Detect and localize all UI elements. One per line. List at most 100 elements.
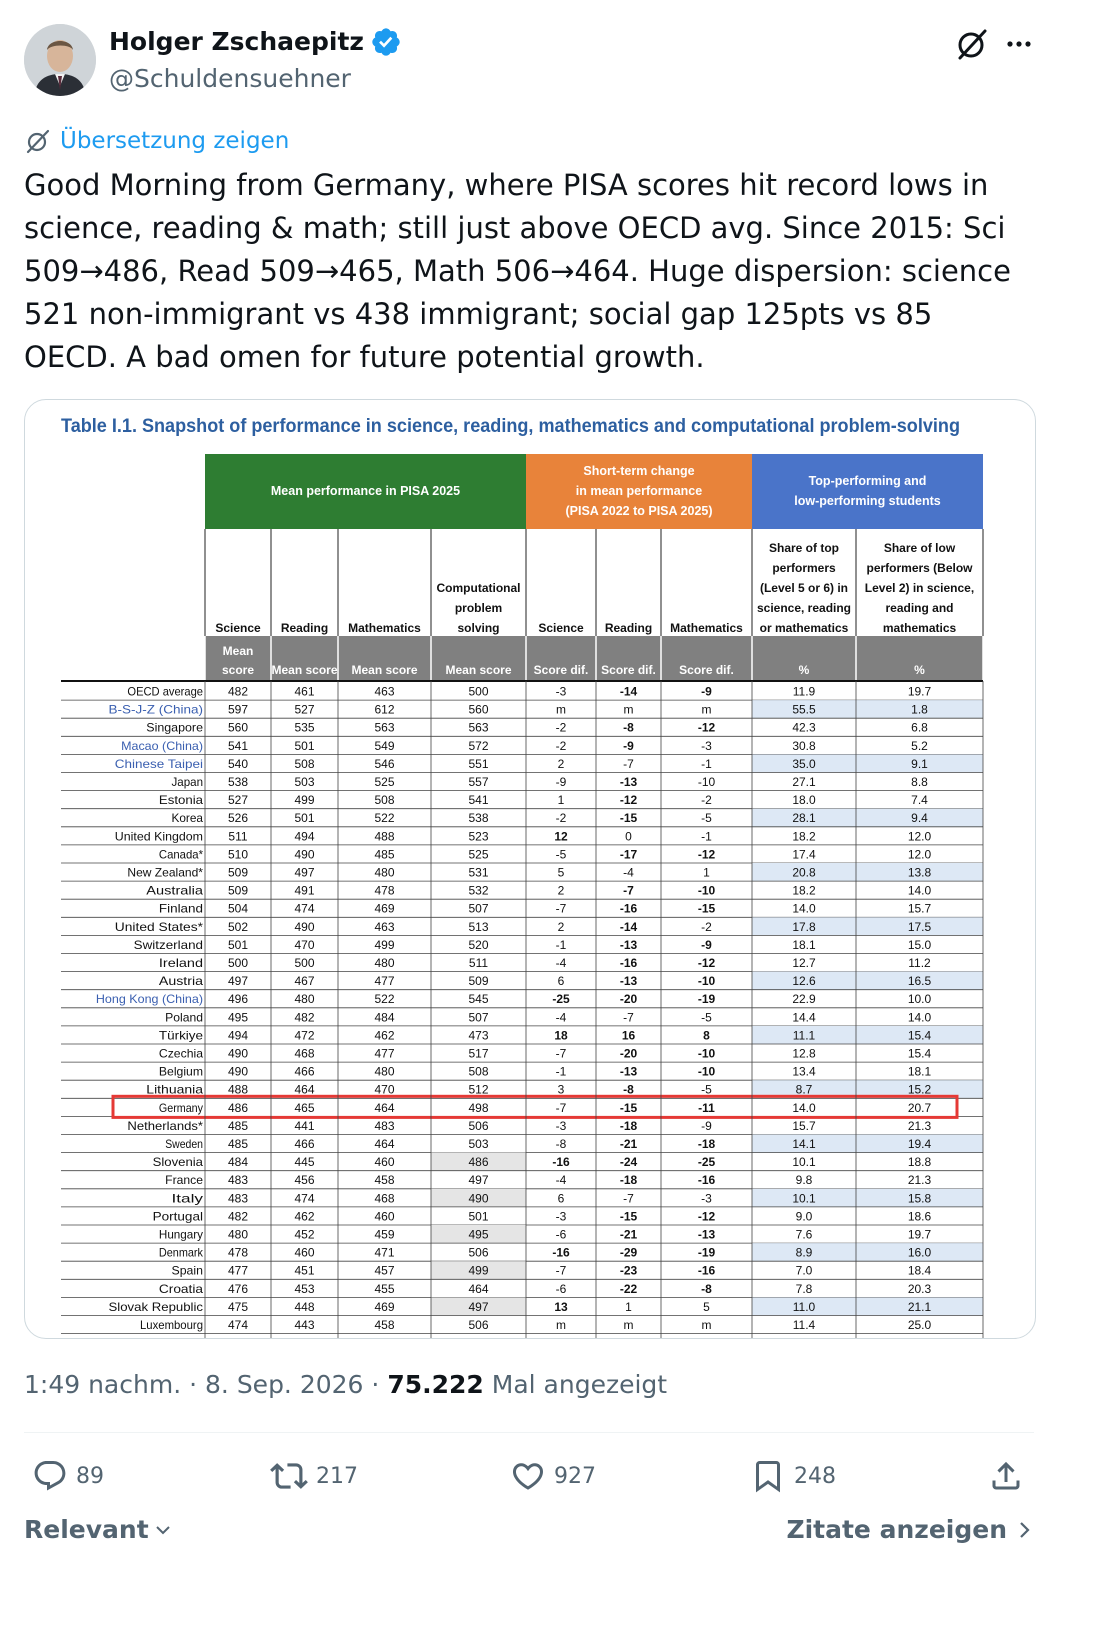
- table-cell: 507: [468, 1010, 488, 1024]
- table-cell: 522: [374, 811, 394, 825]
- table-cell: -4: [556, 1010, 567, 1024]
- author-name[interactable]: Holger Zschaepitz: [109, 24, 364, 60]
- author-name-row[interactable]: Holger Zschaepitz: [109, 24, 402, 60]
- table-cell: 11.1: [793, 1028, 816, 1042]
- table-cell: -10: [698, 1065, 716, 1079]
- table-cell: -9: [623, 739, 634, 753]
- bookmark-button[interactable]: 248: [750, 1456, 836, 1496]
- table-cell: -9: [701, 938, 712, 952]
- table-cell: 18.6: [908, 1209, 932, 1223]
- table-cell: 25.0: [908, 1318, 932, 1332]
- column-header-text: Level 2) in science,: [865, 581, 974, 595]
- repost-button[interactable]: 217: [270, 1456, 358, 1496]
- table-cell: 500: [294, 956, 314, 970]
- table-cell: 484: [228, 1155, 248, 1169]
- table-cell: 482: [294, 1010, 314, 1024]
- table-cell: 572: [468, 739, 488, 753]
- table-cell: 468: [374, 1191, 394, 1205]
- table-cell: 463: [374, 685, 394, 699]
- table-cell: 464: [468, 1282, 488, 1296]
- table-cell: 471: [374, 1246, 394, 1260]
- table-cell: -4: [556, 1173, 567, 1187]
- subheader-text: Mean score: [445, 663, 511, 677]
- sort-dropdown[interactable]: Relevant: [24, 1515, 173, 1544]
- more-options-button[interactable]: [1000, 24, 1040, 64]
- author-handle[interactable]: @Schuldensuehner: [109, 62, 351, 96]
- table-cell: -9: [556, 775, 567, 789]
- group-header-text: (PISA 2022 to PISA 2025): [565, 504, 712, 518]
- table-cell: 2: [558, 884, 565, 898]
- like-button[interactable]: 927: [510, 1456, 596, 1496]
- table-cell: -4: [556, 956, 567, 970]
- view-quotes-link[interactable]: Zitate anzeigen: [786, 1515, 1033, 1544]
- table-cell: 540: [228, 757, 248, 771]
- table-cell: 441: [294, 1119, 314, 1133]
- table-cell: 490: [294, 920, 314, 934]
- table-cell: -7: [623, 1010, 634, 1024]
- subheader-text: Score dif.: [679, 663, 734, 677]
- repost-count: 217: [316, 1463, 358, 1489]
- table-cell: -13: [620, 974, 638, 988]
- table-cell: 16.0: [908, 1246, 932, 1260]
- tweet-date[interactable]: 8. Sep. 2026: [205, 1370, 363, 1399]
- table-cell: 469: [374, 902, 394, 916]
- table-cell: 15.4: [908, 1047, 932, 1061]
- table-cell: 5: [558, 866, 565, 880]
- more-dots-icon: [1007, 41, 1031, 47]
- table-cell: -22: [620, 1282, 638, 1296]
- table-cell: 511: [469, 956, 488, 970]
- table-cell: 464: [294, 1083, 314, 1097]
- row-shading: [752, 1188, 983, 1207]
- table-cell: -25: [698, 1155, 716, 1169]
- tweet-time[interactable]: 1:49 nachm.: [24, 1370, 181, 1399]
- table-cell: 12.0: [908, 847, 932, 861]
- subheader-text: Score dif.: [534, 663, 589, 677]
- table-cell: -10: [698, 974, 716, 988]
- table-cell: -3: [701, 1191, 712, 1205]
- avatar[interactable]: [24, 24, 96, 96]
- table-cell: 509: [468, 974, 488, 988]
- row-shading: [752, 1134, 983, 1153]
- divider: [24, 1432, 1034, 1433]
- table-cell: 14.0: [908, 1010, 932, 1024]
- table-cell: 461: [294, 685, 314, 699]
- table-cell: 18.1: [908, 1065, 932, 1079]
- table-cell: 19.4: [908, 1137, 932, 1151]
- table-cell: 526: [228, 811, 248, 825]
- table-cell: 490: [468, 1191, 488, 1205]
- country-name: New Zealand*: [127, 866, 203, 880]
- table-cell: 11.4: [793, 1318, 816, 1332]
- table-cell: -2: [556, 721, 567, 735]
- reply-button[interactable]: 89: [32, 1456, 104, 1496]
- column-header-text: Science: [538, 621, 584, 635]
- table-cell: 545: [468, 992, 488, 1006]
- table-cell: -16: [620, 956, 638, 970]
- table-cell: -18: [620, 1119, 638, 1133]
- translate-link[interactable]: Übersetzung zeigen: [24, 127, 289, 155]
- table-cell: 494: [228, 1028, 248, 1042]
- table-cell: 557: [468, 775, 488, 789]
- table-cell: 488: [374, 829, 394, 843]
- table-cell: 467: [294, 974, 314, 988]
- table-cell: -16: [552, 1246, 570, 1260]
- table-cell: 509: [228, 866, 248, 880]
- table-cell: -7: [556, 1264, 567, 1278]
- table-cell: 12.8: [792, 1047, 816, 1061]
- table-cell: -12: [698, 847, 716, 861]
- table-cell: 486: [228, 1101, 248, 1115]
- grok-button[interactable]: [952, 24, 992, 64]
- table-cell: 498: [468, 1101, 488, 1115]
- tweet-media-image[interactable]: Table I.1. Snapshot of performance in sc…: [24, 399, 1036, 1339]
- country-name: Czechia: [159, 1047, 203, 1061]
- table-cell: 6: [558, 974, 565, 988]
- table-cell: -13: [620, 1065, 638, 1079]
- share-button[interactable]: [988, 1456, 1024, 1496]
- table-cell: -13: [698, 1228, 716, 1242]
- table-cell: -1: [556, 1065, 567, 1079]
- table-cell: 477: [228, 1264, 248, 1278]
- table-cell: 488: [228, 1083, 248, 1097]
- table-cell: 499: [294, 793, 314, 807]
- translate-label[interactable]: Übersetzung zeigen: [60, 128, 289, 154]
- table-cell: 7.6: [796, 1228, 813, 1242]
- table-cell: 501: [468, 1209, 488, 1223]
